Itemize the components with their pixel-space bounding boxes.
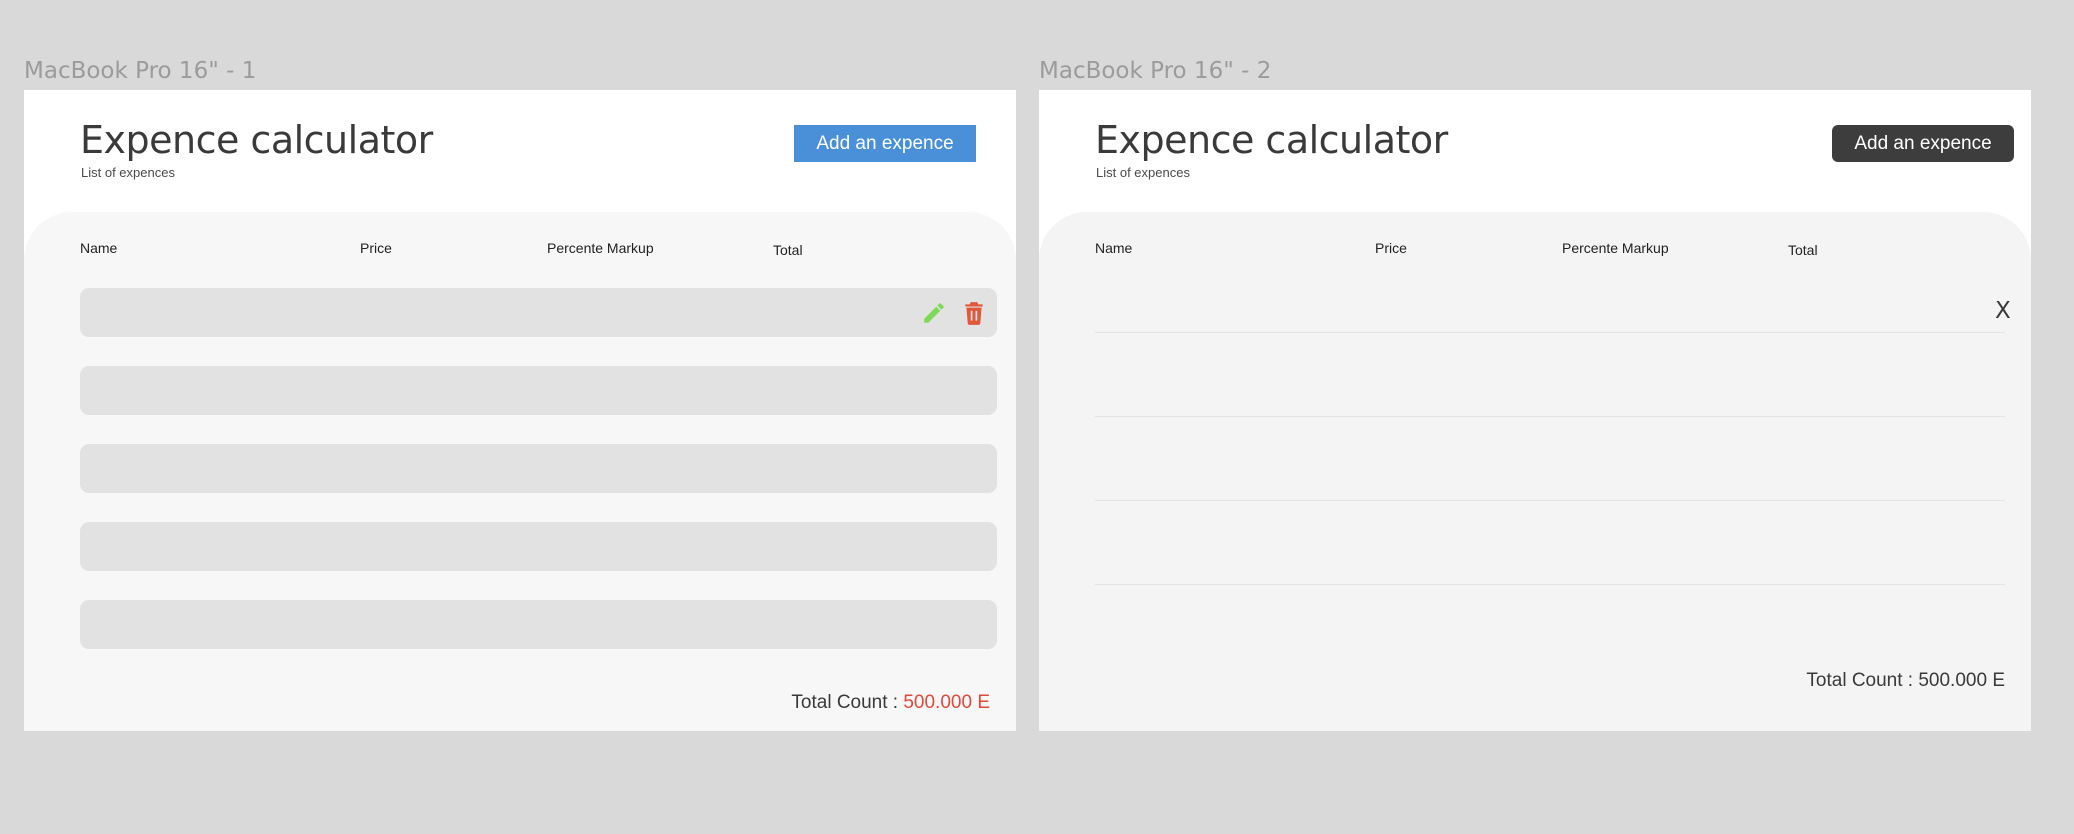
page-subtitle: List of expences	[81, 165, 175, 180]
total-count: Total Count : 500.000 E	[1806, 670, 2005, 692]
column-header-name: Name	[1095, 240, 1133, 256]
close-icon[interactable]: X	[1995, 298, 2011, 324]
expense-table: Name Price Percente Markup Total Total C…	[24, 212, 1016, 731]
row-actions	[921, 300, 987, 326]
page-title: Expence calculator	[80, 118, 433, 162]
column-header-markup: Percente Markup	[1562, 240, 1669, 256]
total-count-label: Total Count :	[1806, 670, 1919, 691]
expense-table: Name Price Percente Markup Total X Total…	[1039, 212, 2031, 731]
column-header-markup: Percente Markup	[547, 240, 654, 256]
total-count-label: Total Count :	[791, 692, 904, 713]
table-row-divider	[1095, 332, 2005, 333]
table-row-divider	[1095, 584, 2005, 585]
add-expense-button[interactable]: Add an expence	[1832, 125, 2014, 162]
column-header-price: Price	[360, 240, 392, 256]
frame-label-1: MacBook Pro 16" - 1	[24, 58, 257, 84]
table-row[interactable]	[80, 600, 997, 649]
trash-icon[interactable]	[961, 300, 987, 326]
add-expense-button[interactable]: Add an expence	[794, 125, 976, 162]
expense-frame-2: Expence calculator List of expences Add …	[1039, 90, 2031, 731]
table-row[interactable]	[80, 522, 997, 571]
table-row[interactable]	[80, 366, 997, 415]
total-count: Total Count : 500.000 E	[791, 692, 990, 714]
expense-frame-1: Expence calculator List of expences Add …	[24, 90, 1016, 731]
table-row-divider	[1095, 416, 2005, 417]
page-title: Expence calculator	[1095, 118, 1448, 162]
pencil-icon[interactable]	[921, 300, 947, 326]
total-count-value: 500.000 E	[1918, 670, 2005, 691]
frame-label-2: MacBook Pro 16" - 2	[1039, 58, 1272, 84]
table-row[interactable]	[80, 444, 997, 493]
page-subtitle: List of expences	[1096, 165, 1190, 180]
column-header-total: Total	[1788, 242, 1818, 258]
table-row-divider	[1095, 500, 2005, 501]
table-row[interactable]	[80, 288, 997, 337]
column-header-name: Name	[80, 240, 118, 256]
column-header-price: Price	[1375, 240, 1407, 256]
column-header-total: Total	[773, 242, 803, 258]
total-count-value: 500.000 E	[903, 692, 990, 713]
